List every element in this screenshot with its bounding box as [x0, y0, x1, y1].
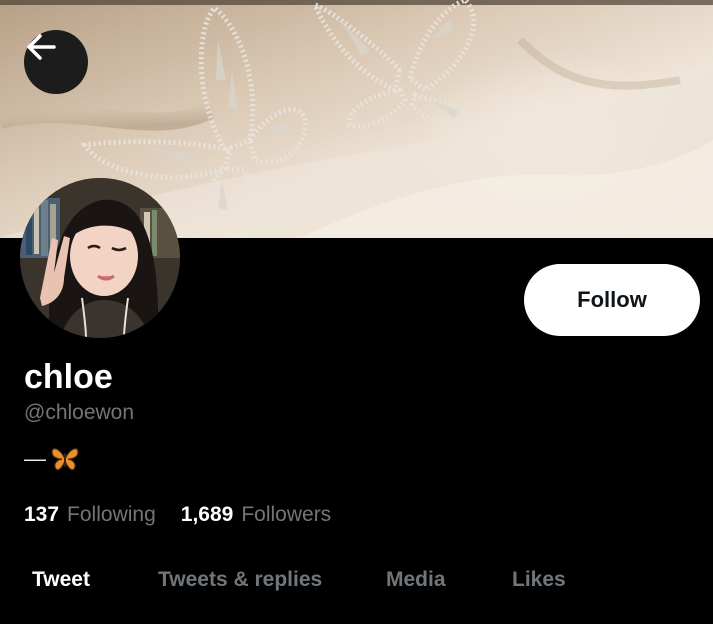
- profile-stats: 137 Following 1,689 Followers: [24, 503, 356, 527]
- bio-text: —: [24, 446, 46, 471]
- avatar-photo: [20, 178, 180, 338]
- following-label: Following: [67, 503, 156, 526]
- profile-tabs: Tweet Tweets & replies Media Likes: [0, 568, 713, 608]
- tab-likes[interactable]: Likes: [512, 568, 566, 592]
- arrow-left-icon: [27, 34, 56, 60]
- tab-media[interactable]: Media: [386, 568, 446, 592]
- display-name: chloe: [24, 358, 113, 396]
- tab-tweet[interactable]: Tweet: [32, 568, 90, 592]
- tab-tweets-replies[interactable]: Tweets & replies: [158, 568, 322, 592]
- followers-label: Followers: [241, 503, 332, 526]
- user-handle: @chloewon: [24, 401, 135, 424]
- followers-link[interactable]: 1,689 Followers: [181, 503, 331, 527]
- profile-avatar[interactable]: [20, 178, 180, 338]
- followers-count: 1,689: [180, 503, 234, 526]
- follow-button[interactable]: Follow: [524, 264, 700, 336]
- back-button[interactable]: [24, 30, 88, 94]
- profile-bio: —: [24, 444, 80, 474]
- following-count: 137: [24, 503, 60, 526]
- butterfly-icon: [51, 448, 79, 471]
- following-link[interactable]: 137 Following: [24, 503, 156, 527]
